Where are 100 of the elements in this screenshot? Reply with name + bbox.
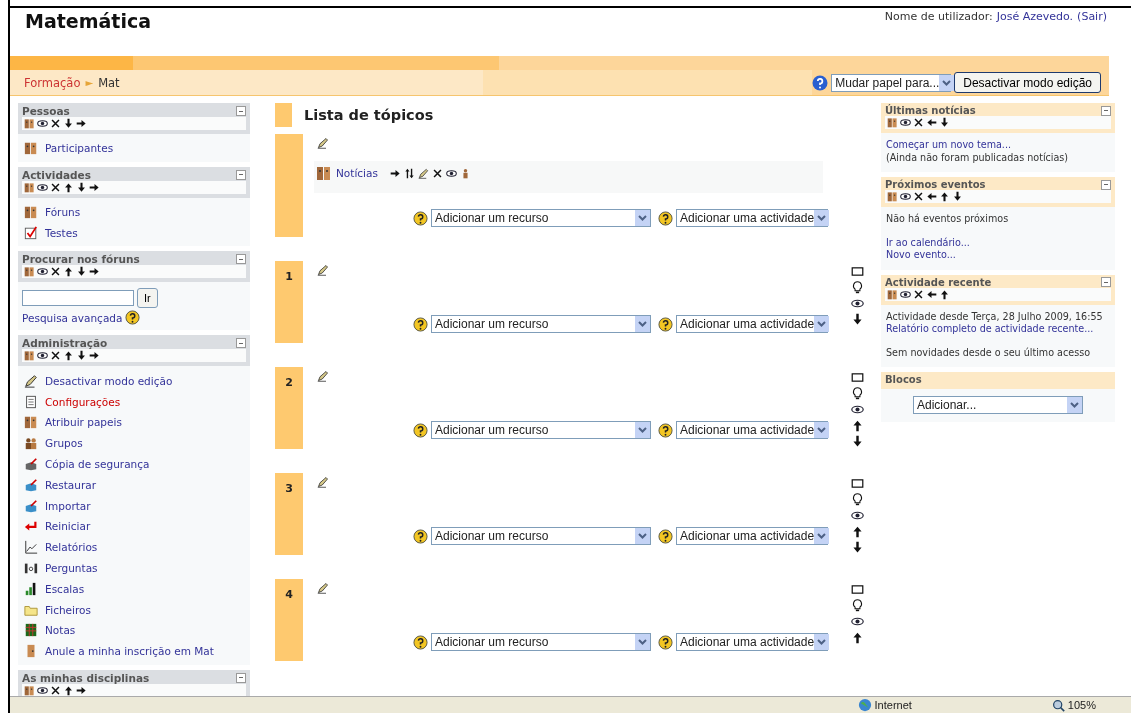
up-arrow-icon[interactable] [63, 266, 74, 278]
resource-dropdown[interactable]: Adicionar um recurso [431, 209, 651, 227]
pencil-icon[interactable] [317, 476, 329, 488]
bulb-icon[interactable] [850, 281, 864, 294]
eye-icon[interactable] [850, 297, 864, 310]
menu-link[interactable]: Restaurar [45, 478, 97, 491]
delete-icon[interactable] [50, 181, 61, 193]
delete-icon[interactable] [913, 117, 924, 128]
help-icon[interactable] [658, 316, 673, 332]
people-icon[interactable] [887, 288, 898, 300]
down-arrow-icon[interactable] [63, 118, 74, 129]
help-icon[interactable] [658, 528, 673, 544]
help-icon[interactable] [658, 634, 673, 650]
eye-icon[interactable] [37, 684, 48, 696]
pencil-icon[interactable] [317, 370, 329, 382]
up-arrow-icon[interactable] [850, 419, 864, 432]
people-icon[interactable] [24, 684, 35, 696]
up-arrow-icon[interactable] [939, 288, 950, 300]
logout-link[interactable]: (Sair) [1077, 10, 1107, 56]
up-arrow-icon[interactable] [850, 631, 864, 644]
menu-link[interactable]: Cópia de segurança [45, 457, 150, 470]
delete-icon[interactable] [50, 266, 61, 278]
resource-dropdown[interactable]: Adicionar um recurso [431, 527, 651, 545]
user-link[interactable]: José Azevedo. [996, 10, 1074, 56]
people-icon[interactable] [24, 350, 35, 362]
help-icon[interactable] [413, 634, 428, 650]
down-arrow-icon[interactable] [939, 117, 950, 128]
people-icon[interactable] [24, 415, 38, 430]
bulb-icon[interactable] [850, 493, 864, 506]
menu-link[interactable]: Escalas [45, 582, 85, 595]
role-dropdown[interactable]: Mudar papel para... [831, 73, 952, 92]
pencil-icon[interactable] [317, 264, 329, 276]
collapse-button[interactable] [236, 672, 246, 683]
advanced-search-link[interactable]: Pesquisa avançada [22, 311, 123, 324]
up-arrow-icon[interactable] [939, 191, 950, 202]
delete-icon[interactable] [50, 350, 61, 362]
down-arrow-icon[interactable] [76, 266, 87, 278]
eye-icon[interactable] [900, 191, 911, 202]
eye-icon[interactable] [900, 117, 911, 128]
square-icon[interactable] [850, 477, 864, 490]
search-field[interactable] [22, 290, 134, 307]
delete-icon[interactable] [50, 684, 61, 696]
square-icon[interactable] [850, 265, 864, 278]
people-icon[interactable] [24, 205, 38, 220]
activity-dropdown[interactable]: Adicionar uma actividade [676, 315, 828, 333]
down-arrow-icon[interactable] [952, 191, 963, 202]
block-link[interactable]: Começar um novo tema... [886, 139, 1110, 152]
help-icon[interactable] [413, 528, 428, 544]
block-link[interactable]: Ir ao calendário... [886, 236, 1110, 249]
bulb-icon[interactable] [850, 599, 864, 612]
menu-link[interactable]: Perguntas [45, 561, 98, 574]
help-icon[interactable] [125, 310, 141, 326]
checkbox-icon[interactable] [24, 226, 38, 240]
activity-dropdown[interactable]: Adicionar uma actividade [676, 633, 828, 651]
menu-link[interactable]: Participantes [45, 142, 114, 155]
up-arrow-icon[interactable] [63, 181, 74, 193]
resource-dropdown[interactable]: Adicionar um recurso [431, 421, 651, 439]
people-icon[interactable] [24, 266, 35, 278]
down-arrow-icon[interactable] [76, 181, 87, 193]
people-icon[interactable] [24, 118, 35, 129]
collapse-button[interactable] [1101, 105, 1111, 116]
pencil-icon[interactable] [317, 137, 329, 149]
left-arrow-icon[interactable] [926, 288, 937, 300]
menu-link[interactable]: Configurações [45, 395, 121, 408]
help-icon[interactable] [658, 422, 673, 438]
eye-icon[interactable] [850, 615, 864, 628]
bars-icon[interactable] [24, 581, 38, 596]
help-icon[interactable] [658, 210, 673, 226]
box-icon[interactable] [24, 498, 38, 513]
menu-link[interactable]: Importar [45, 499, 91, 512]
group-icon[interactable] [24, 436, 38, 451]
menu-link[interactable]: Desactivar modo edição [45, 374, 173, 387]
breadcrumb-link[interactable]: Formação [24, 75, 81, 90]
square-icon[interactable] [850, 371, 864, 384]
add-block-dropdown[interactable]: Adicionar... [913, 396, 1083, 414]
eye-icon[interactable] [37, 181, 48, 193]
right-arrow-icon[interactable] [76, 118, 87, 129]
eye-icon[interactable] [850, 509, 864, 522]
magnifier-icon[interactable] [1051, 698, 1065, 712]
bulb-icon[interactable] [850, 387, 864, 400]
help-icon[interactable] [413, 210, 428, 226]
activity-link[interactable]: Notícias [336, 167, 378, 179]
grid-icon[interactable] [24, 623, 38, 638]
document-icon[interactable] [24, 394, 38, 409]
help-icon[interactable] [413, 316, 428, 332]
menu-link[interactable]: Testes [45, 227, 78, 239]
eye-icon[interactable] [850, 403, 864, 416]
people-icon[interactable] [24, 141, 38, 156]
menu-link[interactable]: Notas [45, 624, 76, 637]
delete-icon[interactable] [431, 167, 443, 179]
box-icon[interactable] [24, 456, 38, 471]
pencil-icon[interactable] [24, 373, 38, 388]
eye-icon[interactable] [37, 118, 48, 129]
collapse-button[interactable] [236, 106, 246, 116]
collapse-button[interactable] [236, 254, 246, 265]
zoom-level[interactable]: 105% [1067, 699, 1096, 711]
delete-icon[interactable] [913, 191, 924, 202]
collapse-button[interactable] [236, 169, 246, 180]
up-arrow-icon[interactable] [850, 525, 864, 538]
resource-dropdown[interactable]: Adicionar um recurso [431, 633, 651, 651]
